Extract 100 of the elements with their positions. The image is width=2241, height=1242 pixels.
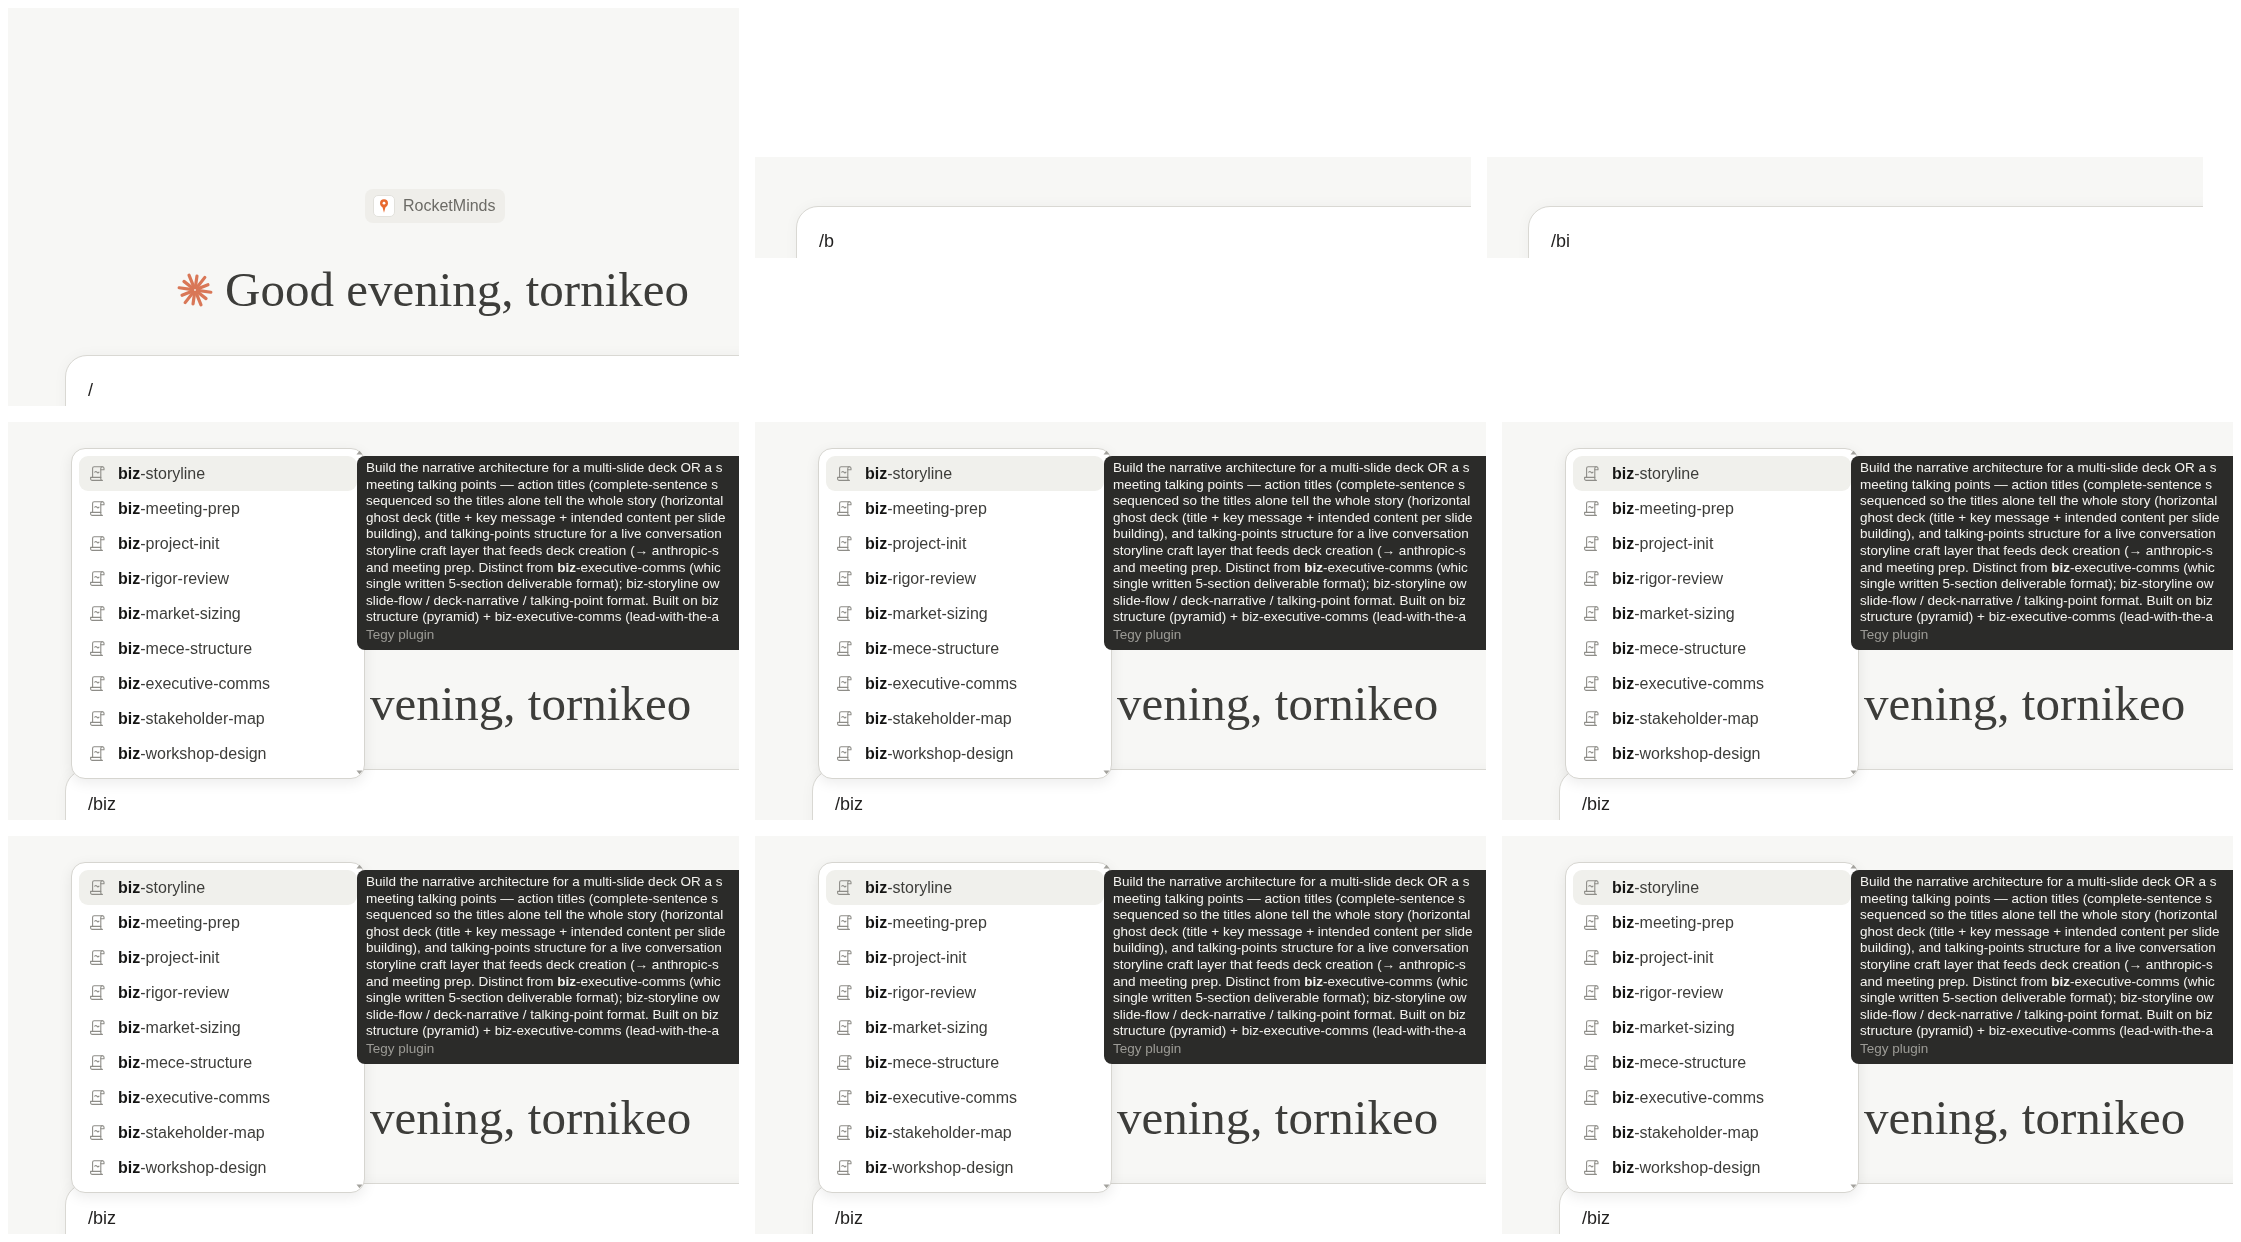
message-input[interactable]: /biz bbox=[812, 769, 1486, 820]
menu-item[interactable]: biz-executive-comms bbox=[79, 1080, 357, 1115]
tooltip-description: Build the narrative architecture for a multi-slide deck OR a s meeting talking points — action titles (complete-sentence s sequenced so the titles alone tell the whole story (horizontal ghost deck (title + key message + intended content per slide building), and talking-points structure for a live conversation storyline craft layer that feeds deck creation (→ anthropic-s and meeting prep. Distinct from biz-executive-comms (whic single written 5-section deliverable format); biz-storyline ow slide-flow / deck-narrative / talking-point format. Built on biz structure (pyramid) + biz-executive-comms (lead-with-the-a bbox=[366, 874, 726, 1040]
scroll-icon bbox=[836, 914, 853, 931]
menu-item[interactable]: biz-rigor-review bbox=[826, 561, 1104, 596]
menu-item[interactable]: biz-project-init bbox=[826, 940, 1104, 975]
message-input[interactable]: /biz bbox=[1559, 769, 2233, 820]
menu-item[interactable]: biz-rigor-review bbox=[826, 975, 1104, 1010]
message-input[interactable]: /b bbox=[796, 205, 1471, 258]
menu-item[interactable]: biz-storyline bbox=[826, 870, 1104, 905]
menu-item[interactable]: biz-market-sizing bbox=[79, 596, 357, 631]
menu-item[interactable]: biz-meeting-prep bbox=[1573, 491, 1851, 526]
scroll-down-icon[interactable] bbox=[1103, 1184, 1110, 1189]
menu-item[interactable]: biz-project-init bbox=[826, 526, 1104, 561]
message-input[interactable]: /biz bbox=[65, 1183, 739, 1234]
message-input[interactable]: /bi bbox=[1528, 205, 2203, 258]
message-input[interactable]: /biz bbox=[65, 769, 739, 820]
scroll-icon bbox=[836, 1054, 853, 1071]
message-input[interactable]: /biz bbox=[812, 1183, 1486, 1234]
scroll-icon bbox=[1583, 1019, 1600, 1036]
menu-item[interactable]: biz-executive-comms bbox=[826, 666, 1104, 701]
menu-item[interactable]: biz-rigor-review bbox=[1573, 561, 1851, 596]
menu-item[interactable]: biz-market-sizing bbox=[1573, 596, 1851, 631]
scroll-icon bbox=[89, 605, 106, 622]
scroll-icon bbox=[836, 1159, 853, 1176]
scroll-down-icon[interactable] bbox=[356, 1184, 363, 1189]
menu-item[interactable]: biz-storyline bbox=[826, 456, 1104, 491]
scroll-icon bbox=[836, 1019, 853, 1036]
menu-item[interactable]: biz-executive-comms bbox=[1573, 1080, 1851, 1115]
scroll-icon bbox=[89, 535, 106, 552]
plugin-source-label: Tegy plugin bbox=[1860, 626, 1929, 644]
scroll-icon bbox=[89, 640, 106, 657]
plugin-source-label: Tegy plugin bbox=[1860, 1040, 1929, 1058]
scroll-icon bbox=[836, 605, 853, 622]
menu-item[interactable]: biz-rigor-review bbox=[79, 561, 357, 596]
tooltip-description: Build the narrative architecture for a multi-slide deck OR a s meeting talking points — action titles (complete-sentence s sequenced so the titles alone tell the whole story (horizontal ghost deck (title + key message + intended content per slide building), and talking-points structure for a live conversation storyline craft layer that feeds deck creation (→ anthropic-s and meeting prep. Distinct from biz-executive-comms (whic single written 5-section deliverable format); biz-storyline ow slide-flow / deck-narrative / talking-point format. Built on biz structure (pyramid) + biz-executive-comms (lead-with-the-a bbox=[1113, 460, 1473, 626]
menu-item[interactable]: biz-project-init bbox=[79, 526, 357, 561]
menu-item[interactable]: biz-workshop-design bbox=[1573, 736, 1851, 771]
menu-item[interactable]: biz-mece-structure bbox=[826, 1045, 1104, 1080]
menu-item[interactable]: biz-storyline bbox=[1573, 870, 1851, 905]
scroll-icon bbox=[89, 1019, 106, 1036]
menu-item[interactable]: biz-workshop-design bbox=[826, 1150, 1104, 1185]
menu-item[interactable]: biz-workshop-design bbox=[79, 736, 357, 771]
menu-item[interactable]: biz-market-sizing bbox=[79, 1010, 357, 1045]
scroll-icon bbox=[836, 675, 853, 692]
menu-item[interactable]: biz-project-init bbox=[1573, 526, 1851, 561]
menu-item[interactable]: biz-mece-structure bbox=[1573, 631, 1851, 666]
menu-item[interactable]: biz-meeting-prep bbox=[826, 905, 1104, 940]
menu-item[interactable]: biz-storyline bbox=[1573, 456, 1851, 491]
plugin-source-label: Tegy plugin bbox=[1113, 626, 1182, 644]
menu-item[interactable]: biz-executive-comms bbox=[79, 666, 357, 701]
menu-item[interactable]: biz-meeting-prep bbox=[826, 491, 1104, 526]
scroll-icon bbox=[836, 1089, 853, 1106]
menu-item[interactable]: biz-market-sizing bbox=[826, 596, 1104, 631]
scroll-icon bbox=[1583, 879, 1600, 896]
scroll-icon bbox=[1583, 535, 1600, 552]
menu-item[interactable]: biz-stakeholder-map bbox=[1573, 701, 1851, 736]
menu-item[interactable]: biz-storyline bbox=[79, 870, 357, 905]
scroll-icon bbox=[836, 879, 853, 896]
greeting-heading: vening, tornikeo bbox=[1117, 1093, 1439, 1143]
menu-item[interactable]: biz-market-sizing bbox=[1573, 1010, 1851, 1045]
scroll-icon bbox=[1583, 949, 1600, 966]
menu-item[interactable]: biz-executive-comms bbox=[826, 1080, 1104, 1115]
menu-item[interactable]: biz-rigor-review bbox=[79, 975, 357, 1010]
menu-item[interactable]: biz-workshop-design bbox=[79, 1150, 357, 1185]
scroll-icon bbox=[1583, 640, 1600, 657]
scroll-icon bbox=[89, 879, 106, 896]
menu-item[interactable]: biz-mece-structure bbox=[826, 631, 1104, 666]
menu-item[interactable]: biz-rigor-review bbox=[1573, 975, 1851, 1010]
scroll-icon bbox=[89, 1089, 106, 1106]
menu-item[interactable]: biz-storyline bbox=[79, 456, 357, 491]
message-input[interactable]: / bbox=[65, 355, 739, 406]
scroll-down-icon[interactable] bbox=[1850, 770, 1857, 775]
scroll-down-icon[interactable] bbox=[1103, 770, 1110, 775]
menu-item[interactable]: biz-stakeholder-map bbox=[79, 701, 357, 736]
menu-item[interactable]: biz-stakeholder-map bbox=[826, 701, 1104, 736]
menu-item[interactable]: biz-workshop-design bbox=[1573, 1150, 1851, 1185]
menu-item[interactable]: biz-project-init bbox=[1573, 940, 1851, 975]
menu-item[interactable]: biz-stakeholder-map bbox=[826, 1115, 1104, 1150]
scroll-icon bbox=[836, 500, 853, 517]
tooltip-description: Build the narrative architecture for a multi-slide deck OR a s meeting talking points — action titles (complete-sentence s sequenced so the titles alone tell the whole story (horizontal ghost deck (title + key message + intended content per slide building), and talking-points structure for a live conversation storyline craft layer that feeds deck creation (→ anthropic-s and meeting prep. Distinct from biz-executive-comms (whic single written 5-section deliverable format); biz-storyline ow slide-flow / deck-narrative / talking-point format. Built on biz structure (pyramid) + biz-executive-comms (lead-with-the-a bbox=[366, 460, 726, 626]
scroll-down-icon[interactable] bbox=[1850, 1184, 1857, 1189]
menu-item[interactable]: biz-mece-structure bbox=[79, 631, 357, 666]
scroll-icon bbox=[1583, 605, 1600, 622]
menu-item[interactable]: biz-mece-structure bbox=[1573, 1045, 1851, 1080]
menu-item[interactable]: biz-meeting-prep bbox=[1573, 905, 1851, 940]
menu-item[interactable]: biz-project-init bbox=[79, 940, 357, 975]
menu-item[interactable]: biz-workshop-design bbox=[826, 736, 1104, 771]
menu-item[interactable]: biz-market-sizing bbox=[826, 1010, 1104, 1045]
message-input[interactable]: /biz bbox=[1559, 1183, 2233, 1234]
menu-item[interactable]: biz-meeting-prep bbox=[79, 905, 357, 940]
menu-item[interactable]: biz-stakeholder-map bbox=[1573, 1115, 1851, 1150]
menu-item[interactable]: biz-stakeholder-map bbox=[79, 1115, 357, 1150]
scroll-down-icon[interactable] bbox=[356, 770, 363, 775]
menu-item[interactable]: biz-meeting-prep bbox=[79, 491, 357, 526]
menu-item[interactable]: biz-executive-comms bbox=[1573, 666, 1851, 701]
scroll-icon bbox=[836, 710, 853, 727]
menu-item[interactable]: biz-mece-structure bbox=[79, 1045, 357, 1080]
plugin-chip[interactable]: RocketMinds bbox=[365, 189, 506, 223]
plugin-source-label: Tegy plugin bbox=[366, 1040, 435, 1058]
